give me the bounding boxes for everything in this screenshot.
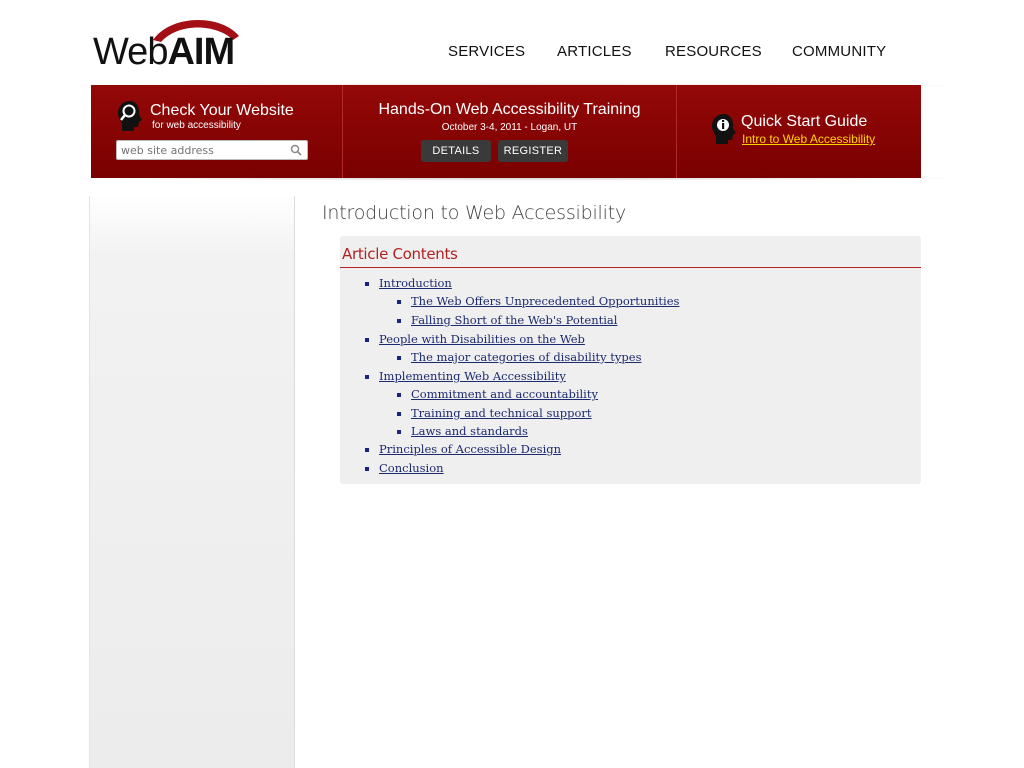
bullet-icon — [397, 356, 401, 360]
nav-community[interactable]: COMMUNITY — [792, 43, 886, 60]
register-button[interactable]: REGISTER — [498, 140, 568, 162]
page-title: Introduction to Web Accessibility — [322, 202, 626, 224]
training-title: Hands-On Web Accessibility Training — [378, 101, 641, 118]
bullet-icon — [397, 430, 401, 434]
head-magnifier-icon — [118, 101, 142, 131]
toc-link[interactable]: Falling Short of the Web's Potential — [411, 313, 617, 327]
bullet-icon — [397, 319, 401, 323]
toc-link[interactable]: The Web Offers Unprecedented Opportuniti… — [411, 294, 679, 308]
left-sidebar — [89, 196, 295, 768]
bullet-icon — [397, 300, 401, 304]
details-button[interactable]: DETAILS — [421, 140, 491, 162]
head-info-icon — [712, 114, 736, 144]
logo-text: WebAIM — [93, 31, 235, 73]
article-contents: Article Contents Introduction The Web Of… — [340, 236, 921, 484]
toc-link[interactable]: Conclusion — [379, 461, 444, 475]
toc-link[interactable]: Implementing Web Accessibility — [379, 369, 566, 383]
toc-link[interactable]: Principles of Accessible Design — [379, 442, 561, 456]
bullet-icon — [365, 338, 369, 342]
site-header: WebAIM SERVICES ARTICLES RESOURCES COMMU… — [0, 0, 1024, 86]
toc-heading: Article Contents — [342, 245, 458, 263]
nav-services[interactable]: SERVICES — [448, 43, 525, 60]
website-search-box — [116, 140, 308, 160]
bullet-icon — [397, 393, 401, 397]
search-icon[interactable] — [290, 144, 302, 156]
bullet-icon — [397, 412, 401, 416]
bullet-icon — [365, 282, 369, 286]
bullet-icon — [365, 375, 369, 379]
nav-resources[interactable]: RESOURCES — [665, 43, 762, 60]
webaim-logo[interactable]: WebAIM — [93, 18, 245, 73]
training-date: October 3-4, 2011 - Logan, UT — [441, 122, 578, 133]
toc-link[interactable]: The major categories of disability types — [411, 350, 641, 364]
quick-start-title: Quick Start Guide — [741, 113, 868, 130]
bullet-icon — [365, 448, 369, 452]
toc-link[interactable]: Commitment and accountability — [411, 387, 598, 401]
toc-link[interactable]: Laws and standards — [411, 424, 528, 438]
toc-link[interactable]: People with Disabilities on the Web — [379, 332, 585, 346]
promo-banner: Check Your Website for web accessibility… — [91, 85, 921, 178]
check-website-title[interactable]: Check Your Website — [150, 102, 294, 120]
toc-link[interactable]: Training and technical support — [411, 406, 592, 420]
bullet-icon — [365, 467, 369, 471]
nav-articles[interactable]: ARTICLES — [557, 43, 632, 60]
website-address-input[interactable] — [121, 142, 285, 158]
toc-link[interactable]: Introduction — [379, 276, 452, 290]
quick-start-link[interactable]: Intro to Web Accessibility — [742, 132, 875, 146]
check-website-subtitle: for web accessibility — [152, 120, 241, 131]
toc-divider — [340, 267, 921, 268]
banner-divider — [676, 85, 677, 178]
